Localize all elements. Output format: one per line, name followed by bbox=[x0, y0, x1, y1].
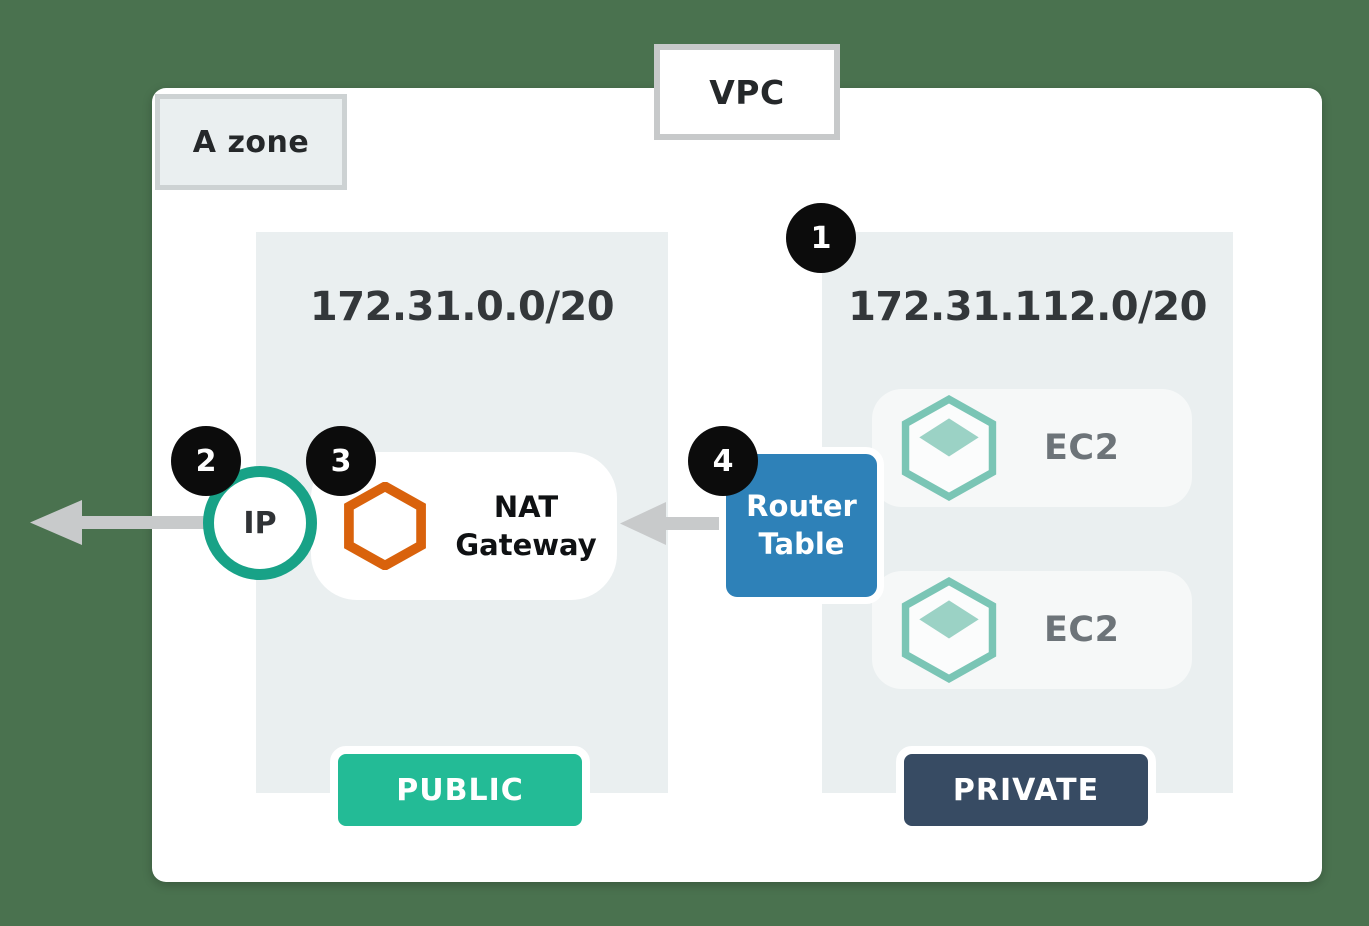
private-subnet-cidr: 172.31.112.0/20 bbox=[848, 284, 1207, 330]
availability-zone-label: A zone bbox=[155, 94, 347, 190]
private-tier-badge: PRIVATE bbox=[896, 746, 1156, 834]
nat-gateway-label-line2: Gateway bbox=[455, 528, 597, 562]
vpc-architecture-diagram: 172.31.0.0/20 172.31.112.0/20 VPC A zone… bbox=[0, 0, 1369, 926]
step-badge-4[interactable]: 4 bbox=[688, 426, 758, 496]
ec2-instance-card[interactable]: EC2 bbox=[872, 571, 1192, 689]
step-badge-3[interactable]: 3 bbox=[306, 426, 376, 496]
public-tier-label: PUBLIC bbox=[396, 772, 524, 808]
router-to-nat-arrow bbox=[620, 502, 730, 545]
step-badge-2[interactable]: 2 bbox=[171, 426, 241, 496]
ec2-label: EC2 bbox=[1044, 610, 1120, 650]
ec2-hexagon-icon bbox=[901, 395, 997, 501]
vpc-label: VPC bbox=[654, 44, 840, 140]
ec2-instance-card[interactable]: EC2 bbox=[872, 389, 1192, 507]
router-table-label-line2: Table bbox=[758, 526, 845, 561]
private-tier-label: PRIVATE bbox=[952, 772, 1100, 808]
ec2-label: EC2 bbox=[1044, 428, 1120, 468]
nat-gateway-hexagon-icon bbox=[344, 482, 426, 570]
ec2-hexagon-icon bbox=[901, 577, 997, 683]
public-tier-badge: PUBLIC bbox=[330, 746, 590, 834]
internet-egress-arrow bbox=[30, 500, 230, 545]
ip-label: IP bbox=[243, 505, 277, 541]
step-badge-1[interactable]: 1 bbox=[786, 203, 856, 273]
nat-gateway-label-line1: NAT bbox=[493, 489, 559, 524]
nat-gateway-label: NAT Gateway bbox=[441, 452, 611, 600]
router-table-label-line1: Router bbox=[746, 488, 857, 523]
public-subnet-cidr: 172.31.0.0/20 bbox=[309, 284, 615, 330]
